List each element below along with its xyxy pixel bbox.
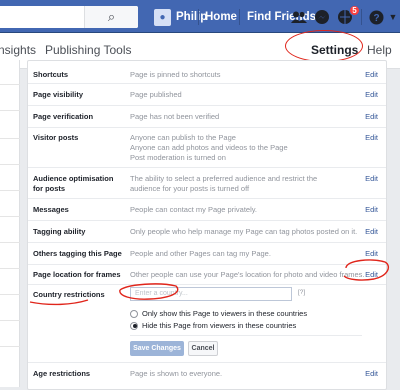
annotation-circle-country-input — [119, 283, 179, 300]
annotation-underline-country — [29, 299, 89, 306]
annotation-circle-edit — [343, 259, 389, 281]
annotation-ink-layer — [29, 259, 389, 306]
